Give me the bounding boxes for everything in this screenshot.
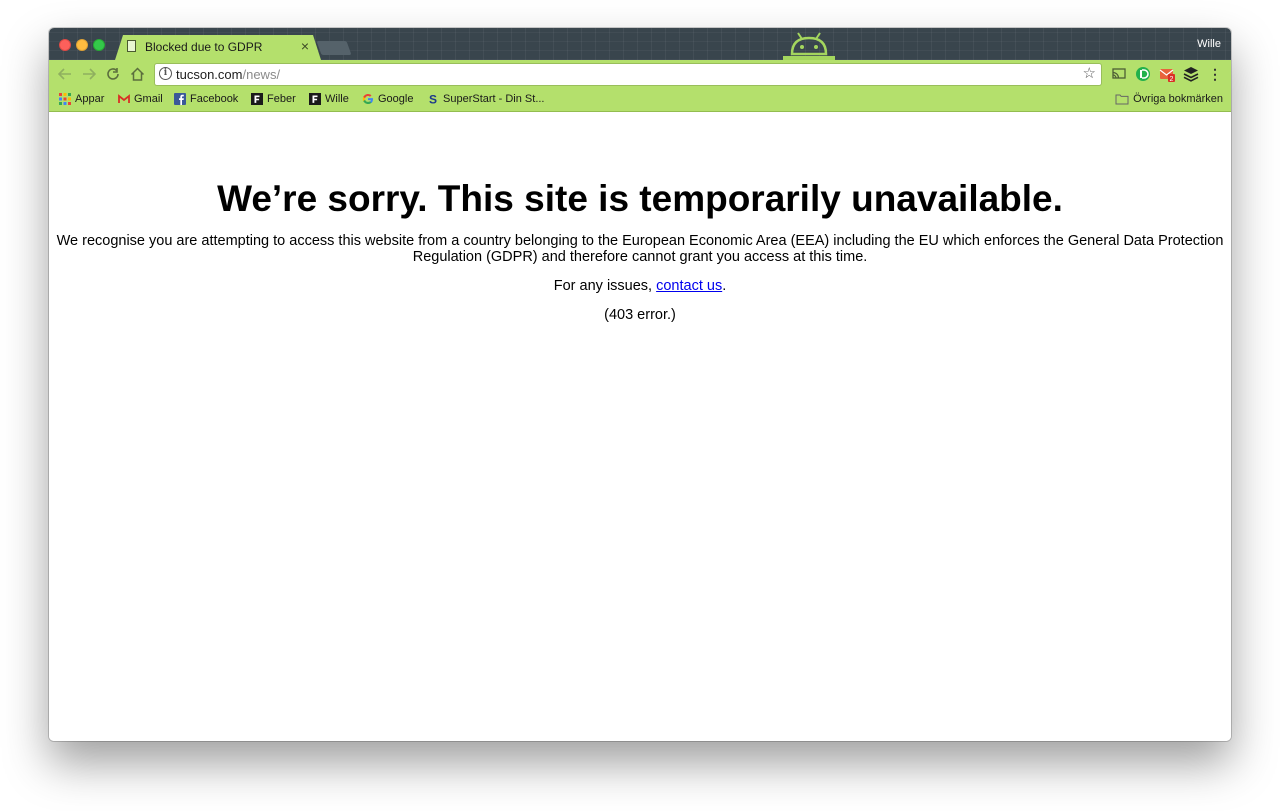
browser-window: Blocked due to GDPR × Wille i tucson.com…: [49, 28, 1231, 741]
bookmark-label: Feber: [267, 93, 296, 105]
home-icon[interactable]: [127, 64, 147, 84]
feber-icon: [309, 93, 321, 105]
feber-icon: [251, 93, 263, 105]
bookmark-label: SuperStart - Din St...: [443, 93, 545, 105]
zoom-window-button[interactable]: [93, 39, 105, 51]
bookmark-label: Övriga bokmärken: [1133, 93, 1223, 105]
contact-prefix: For any issues,: [553, 278, 657, 294]
gdpr-message-line1: We recognise you are attempting to acces…: [56, 233, 1224, 249]
bookmark-google[interactable]: Google: [362, 93, 413, 105]
bookmark-facebook[interactable]: Facebook: [174, 93, 238, 105]
bookmark-label: Google: [378, 93, 414, 105]
tab-close-icon[interactable]: ×: [301, 38, 309, 54]
back-arrow-icon[interactable]: [55, 64, 75, 84]
contact-line: For any issues, contact us.: [49, 278, 1231, 294]
bookmark-label: Wille: [325, 93, 349, 105]
android-theme-icon: [783, 32, 835, 60]
bookmark-label: Appar: [75, 93, 105, 105]
bookmarks-bar: Appar Gmail Facebook Feber Wille Google …: [49, 89, 1231, 112]
facebook-icon: [174, 93, 186, 105]
reload-icon[interactable]: [103, 64, 123, 84]
contact-us-link[interactable]: contact us: [656, 278, 722, 294]
google-icon: [362, 94, 373, 104]
bookmark-wille[interactable]: Wille: [309, 93, 349, 105]
bookmark-feber[interactable]: Feber: [251, 93, 296, 105]
svg-text:S: S: [429, 93, 437, 105]
title-bar: Blocked due to GDPR × Wille: [49, 28, 1231, 60]
gdpr-message-line2: Regulation (GDPR) and therefore cannot g…: [412, 249, 868, 265]
bookmark-superstart[interactable]: S SuperStart - Din St...: [427, 93, 544, 105]
gmail-icon: [118, 94, 130, 103]
bookmark-gmail[interactable]: Gmail: [118, 93, 163, 105]
buffer-stack-icon[interactable]: [1183, 66, 1199, 82]
menu-kebab-icon[interactable]: ⋮: [1205, 64, 1225, 84]
mail-extension-icon[interactable]: 2: [1159, 66, 1175, 82]
bookmark-appar[interactable]: Appar: [59, 93, 104, 105]
folder-icon: [1115, 94, 1129, 105]
new-tab-button[interactable]: [316, 41, 352, 55]
green-extension-icon[interactable]: [1135, 66, 1151, 82]
info-icon[interactable]: i: [159, 67, 172, 80]
apps-grid-icon: [59, 93, 71, 105]
tab-active[interactable]: Blocked due to GDPR ×: [115, 35, 321, 60]
forward-arrow-icon[interactable]: [79, 64, 99, 84]
address-bar[interactable]: i tucson.com/news/ ☆: [155, 64, 1101, 85]
page-title: We’re sorry. This site is temporarily un…: [217, 178, 1063, 219]
superstart-icon: S: [429, 93, 437, 105]
toolbar: i tucson.com/news/ ☆ 2 ⋮: [49, 60, 1231, 89]
bookmark-star-icon[interactable]: ☆: [1083, 64, 1096, 82]
error-code: (403 error.): [604, 307, 676, 323]
close-window-button[interactable]: [59, 39, 71, 51]
cast-icon[interactable]: [1111, 66, 1127, 82]
bookmark-label: Facebook: [190, 93, 239, 105]
tab-title: Blocked due to GDPR: [145, 40, 263, 54]
extension-badge: 2: [1170, 76, 1174, 82]
page-icon: [127, 40, 136, 52]
contact-suffix: .: [722, 278, 727, 294]
bookmark-label: Gmail: [134, 93, 163, 105]
profile-name[interactable]: Wille: [1197, 38, 1221, 50]
minimize-window-button[interactable]: [76, 39, 88, 51]
bookmark-other-folder[interactable]: Övriga bokmärken: [1115, 93, 1223, 105]
page-content: We’re sorry. This site is temporarily un…: [49, 112, 1231, 741]
url-text[interactable]: tucson.com/news/: [176, 67, 280, 82]
